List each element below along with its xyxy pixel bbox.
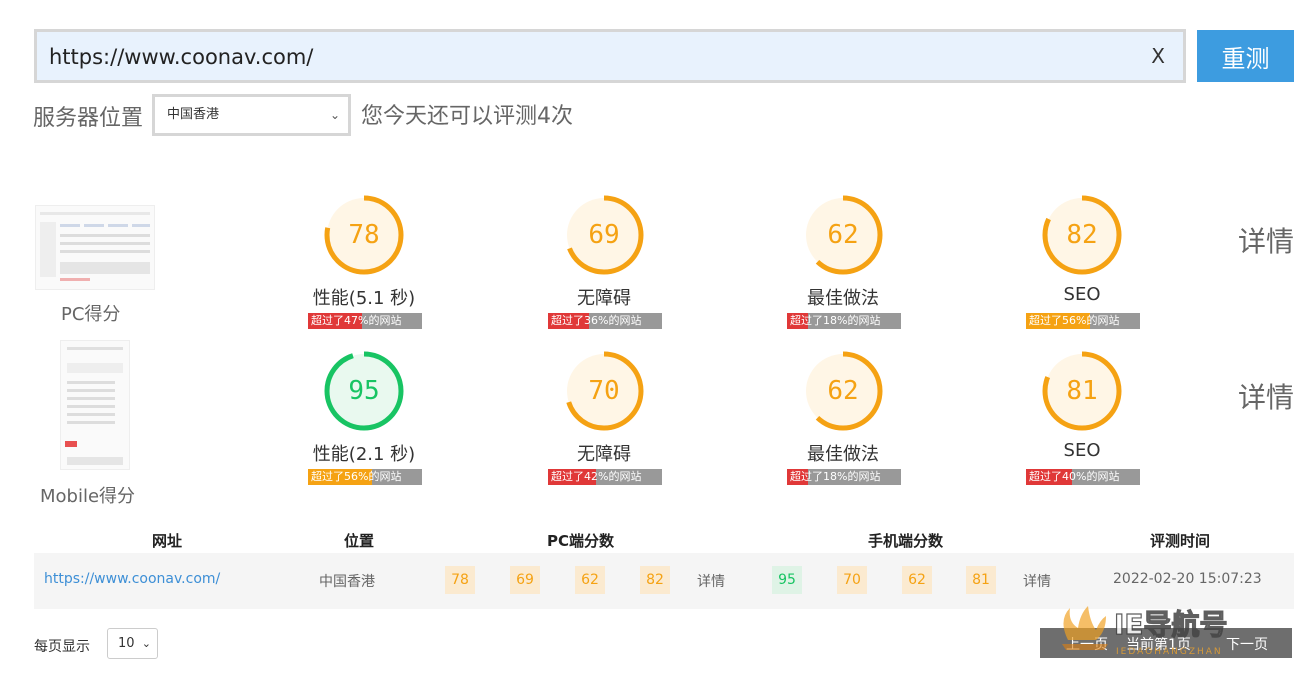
server-location-value: 中国香港 <box>167 107 220 122</box>
row-mobile-score-performance: 95 <box>772 566 802 594</box>
server-location-select[interactable]: 中国香港 ⌄ <box>152 94 351 136</box>
svg-text:IEDAOHANGZHAN: IEDAOHANGZHAN <box>1116 647 1223 657</box>
row-pc-detail-link[interactable]: 详情 <box>697 571 725 591</box>
percentile-bar: 超过了56%的网站 <box>1026 313 1140 329</box>
url-input[interactable] <box>49 42 1139 72</box>
gauge-score-value: 62 <box>827 220 859 250</box>
per-page-label: 每页显示 <box>34 639 90 655</box>
pc-detail-link[interactable]: 详情 <box>1238 220 1294 260</box>
row-pc-score-best-practices: 62 <box>575 566 605 594</box>
percentile-bar: 超过了40%的网站 <box>1026 469 1140 485</box>
mobile-detail-link[interactable]: 详情 <box>1238 376 1294 416</box>
mobile-gauge-0: 95 <box>319 346 409 436</box>
row-url-link[interactable]: https://www.coonav.com/ <box>44 571 220 587</box>
percentile-bar: 超过了56%的网站 <box>308 469 422 485</box>
mobile-screenshot-thumbnail <box>60 340 130 470</box>
chevron-down-icon: ⌄ <box>329 108 340 122</box>
pc-screenshot-thumbnail <box>35 205 155 290</box>
row-pc-score-performance: 78 <box>445 566 475 594</box>
chevron-down-icon: ⌄ <box>141 637 151 650</box>
percentile-bar: 超过了47%的网站 <box>308 313 422 329</box>
percentile-text: 超过了18%的网站 <box>790 314 881 327</box>
table-header-url: 网址 <box>152 532 183 550</box>
mobile-gauge-3: 81 <box>1037 346 1127 436</box>
watermark-logo: IE导航号 IEDAOHANGZHAN <box>1048 600 1298 660</box>
pc-gauge-0: 78 <box>319 190 409 280</box>
row-mobile-score-accessibility: 70 <box>837 566 867 594</box>
row-pc-score-seo: 82 <box>640 566 670 594</box>
percentile-text: 超过了56%的网站 <box>1029 314 1120 327</box>
row-mobile-score-seo: 81 <box>966 566 996 594</box>
percentile-text: 超过了36%的网站 <box>551 314 642 327</box>
mobile-gauge-1: 70 <box>559 346 649 436</box>
table-header-location: 位置 <box>344 532 375 550</box>
row-mobile-detail-link[interactable]: 详情 <box>1023 571 1051 591</box>
percentile-text: 超过了42%的网站 <box>551 470 642 483</box>
svg-text:IE导航号: IE导航号 <box>1114 608 1228 641</box>
gauge-score-value: 62 <box>827 376 859 406</box>
server-location-label: 服务器位置 <box>33 106 144 131</box>
mobile-gauge-2: 62 <box>798 346 888 436</box>
metric-name: 无障碍 <box>577 444 631 465</box>
percentile-bar: 超过了18%的网站 <box>787 313 901 329</box>
row-pc-score-accessibility: 69 <box>510 566 540 594</box>
gauge-score-value: 69 <box>588 220 620 250</box>
table-header-pc-scores: PC端分数 <box>547 532 615 550</box>
mobile-score-label: Mobile得分 <box>40 486 136 507</box>
metric-name: SEO <box>1063 440 1101 461</box>
table-header-mobile-scores: 手机端分数 <box>868 532 944 550</box>
per-page-value: 10 <box>118 636 135 651</box>
per-page-select[interactable]: 10 ⌄ <box>107 628 158 659</box>
row-location: 中国香港 <box>319 574 375 590</box>
row-timestamp: 2022-02-20 15:07:23 <box>1113 571 1262 587</box>
percentile-text: 超过了18%的网站 <box>790 470 881 483</box>
metric-name: SEO <box>1063 284 1101 305</box>
pc-score-label: PC得分 <box>61 304 121 325</box>
clear-button[interactable]: X <box>1151 44 1165 68</box>
metric-name: 最佳做法 <box>807 288 879 309</box>
gauge-score-value: 81 <box>1066 376 1098 406</box>
percentile-bar: 超过了36%的网站 <box>548 313 662 329</box>
remaining-tests-text: 您今天还可以评测4次 <box>361 104 573 129</box>
percentile-text: 超过了47%的网站 <box>311 314 402 327</box>
metric-name: 性能(2.1 秒) <box>312 444 416 465</box>
gauge-score-value: 70 <box>588 376 620 406</box>
metric-name: 最佳做法 <box>807 444 879 465</box>
percentile-text: 超过了56%的网站 <box>311 470 402 483</box>
gauge-score-value: 78 <box>348 220 380 250</box>
metric-name: 性能(5.1 秒) <box>312 288 416 309</box>
percentile-bar: 超过了42%的网站 <box>548 469 662 485</box>
gauge-score-value: 95 <box>348 376 380 406</box>
percentile-text: 超过了40%的网站 <box>1029 470 1120 483</box>
pc-gauge-1: 69 <box>559 190 649 280</box>
url-bar: X <box>34 29 1186 83</box>
retest-button[interactable]: 重测 <box>1197 30 1294 82</box>
gauge-score-value: 82 <box>1066 220 1098 250</box>
percentile-bar: 超过了18%的网站 <box>787 469 901 485</box>
pc-gauge-3: 82 <box>1037 190 1127 280</box>
row-mobile-score-best-practices: 62 <box>902 566 932 594</box>
pc-gauge-2: 62 <box>798 190 888 280</box>
table-header-time: 评测时间 <box>1150 532 1211 550</box>
metric-name: 无障碍 <box>577 288 631 309</box>
